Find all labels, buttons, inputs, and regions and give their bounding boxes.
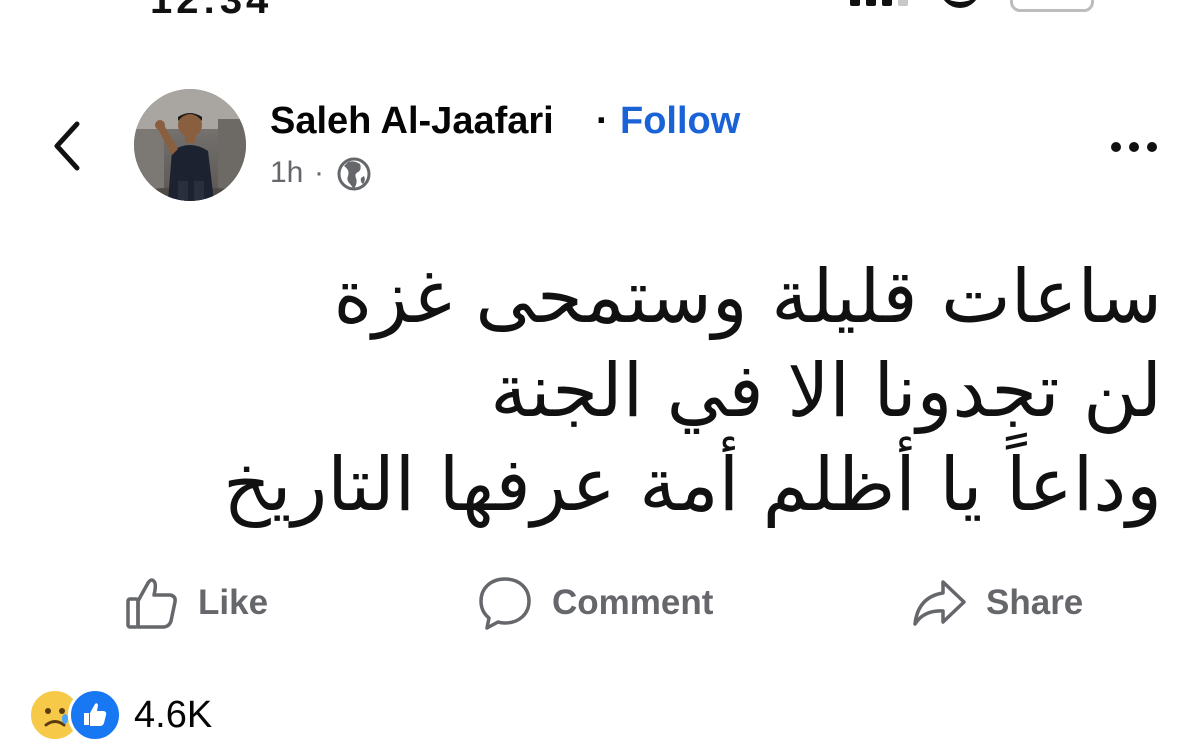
comment-button[interactable]: Comment [476,572,713,634]
avatar[interactable] [134,89,246,201]
name-separator: · [596,100,609,142]
post-timestamp[interactable]: 1h [270,156,303,190]
wifi-icon [940,0,980,8]
post-text-line: ساعات قليلة وستمحى غزة [333,254,1162,340]
like-label: Like [198,583,269,622]
reaction-count: 4.6K [134,693,213,736]
back-button[interactable] [44,116,88,176]
post-text: ساعات قليلة وستمحى غزة لن تجدونا الا في … [223,250,1162,532]
share-arrow-icon [913,580,966,626]
signal-icon [850,0,908,6]
chevron-left-icon [54,121,80,171]
more-options-icon[interactable] [1106,132,1162,162]
author-name[interactable]: Saleh Al-Jaafari [270,100,554,143]
like-button[interactable]: Like [124,572,268,634]
comment-label: Comment [552,583,714,622]
share-label: Share [986,583,1084,622]
share-button[interactable]: Share [910,572,1083,634]
timestamp-separator: · [314,156,324,189]
post-text-line: لن تجدونا الا في الجنة [490,348,1162,434]
status-time: 12:34 [150,0,273,22]
follow-button[interactable]: Follow [620,100,740,143]
globe-icon [337,157,371,191]
avatar-photo [134,89,246,201]
like-reaction-icon [68,688,122,742]
thumbs-up-icon [126,578,177,629]
reactions-summary[interactable]: 4.6K [28,688,213,742]
battery-icon [1010,0,1094,12]
post-text-line: وداعاً يا أظلم أمة عرفها التاريخ [223,442,1162,528]
comment-bubble-icon [479,577,531,630]
